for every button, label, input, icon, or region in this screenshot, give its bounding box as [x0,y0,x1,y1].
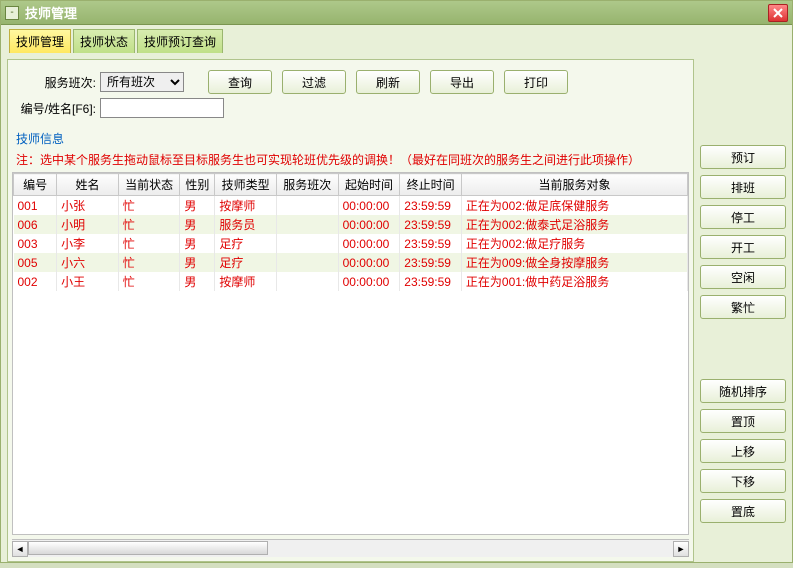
table-cell: 男 [180,215,215,234]
table-cell: 正在为002:做足疗服务 [461,234,687,253]
window-title: 技师管理 [25,3,768,22]
table-row[interactable]: 002小王忙男按摩师 00:00:0023:59:59正在为001:做中药足浴服务 [14,272,688,291]
table-cell [276,234,338,253]
table-cell: 小李 [57,234,119,253]
table-cell [276,253,338,272]
table-cell: 23:59:59 [400,215,462,234]
table-row[interactable]: 006小明忙男服务员 00:00:0023:59:59正在为002:做泰式足浴服务 [14,215,688,234]
table-cell: 003 [14,234,57,253]
col-header[interactable]: 起始时间 [338,174,400,196]
table-cell: 男 [180,272,215,291]
col-header[interactable]: 技师类型 [215,174,277,196]
col-header[interactable]: 当前状态 [118,174,180,196]
move-bottom-button[interactable]: 置底 [700,499,786,523]
export-button[interactable]: 导出 [430,70,494,94]
fieldset-label: 技师信息 [16,130,685,147]
table-cell: 服务员 [215,215,277,234]
table-cell: 23:59:59 [400,234,462,253]
idle-button[interactable]: 空闲 [700,265,786,289]
table-row[interactable]: 005小六忙男足疗 00:00:0023:59:59正在为009:做全身按摩服务 [14,253,688,272]
table-cell: 正在为001:做中药足浴服务 [461,272,687,291]
main-panel: 服务班次: 所有班次 查询 过滤 刷新 导出 打印 编号/姓名[F6]: 技师信… [7,59,694,562]
col-header[interactable]: 性别 [180,174,215,196]
close-button[interactable] [768,4,788,22]
move-up-button[interactable]: 上移 [700,439,786,463]
reserve-button[interactable]: 预订 [700,145,786,169]
table-cell: 忙 [118,234,180,253]
id-name-input[interactable] [100,98,224,118]
close-icon [773,8,783,18]
note-text: 注：选中某个服务生拖动鼠标至目标服务生也可实现轮班优先级的调换！（最好在同班次的… [16,151,685,168]
table-cell: 正在为009:做全身按摩服务 [461,253,687,272]
table-cell: 忙 [118,253,180,272]
table-cell: 00:00:00 [338,215,400,234]
print-button[interactable]: 打印 [504,70,568,94]
table-cell [276,196,338,216]
scroll-track[interactable] [28,541,673,557]
shift-label: 服务班次: [16,74,96,91]
technician-table: 编号姓名当前状态性别技师类型服务班次起始时间终止时间当前服务对象 001小张忙男… [13,173,688,291]
table-cell [276,215,338,234]
table-cell: 足疗 [215,234,277,253]
minimize-icon[interactable]: - [5,6,19,20]
move-top-button[interactable]: 置顶 [700,409,786,433]
table-cell [276,272,338,291]
id-name-label: 编号/姓名[F6]: [16,100,96,117]
table-cell: 男 [180,234,215,253]
table-cell: 忙 [118,196,180,216]
table-cell: 00:00:00 [338,272,400,291]
table-cell: 忙 [118,215,180,234]
table-row[interactable]: 001小张忙男按摩师 00:00:0023:59:59正在为002:做足底保健服务 [14,196,688,216]
table-cell: 小张 [57,196,119,216]
table-cell: 正在为002:做泰式足浴服务 [461,215,687,234]
scroll-right-arrow[interactable]: ► [673,541,689,557]
table-cell: 男 [180,253,215,272]
table-cell: 小六 [57,253,119,272]
stop-work-button[interactable]: 停工 [700,205,786,229]
start-work-button[interactable]: 开工 [700,235,786,259]
table-cell: 足疗 [215,253,277,272]
col-header[interactable]: 服务班次 [276,174,338,196]
table-container[interactable]: 编号姓名当前状态性别技师类型服务班次起始时间终止时间当前服务对象 001小张忙男… [12,172,689,535]
tab-booking-query[interactable]: 技师预订查询 [137,29,223,53]
table-cell: 00:00:00 [338,253,400,272]
table-cell: 男 [180,196,215,216]
shift-select[interactable]: 所有班次 [100,72,184,92]
table-cell: 002 [14,272,57,291]
col-header[interactable]: 终止时间 [400,174,462,196]
horizontal-scrollbar[interactable]: ◄ ► [12,539,689,557]
table-cell: 005 [14,253,57,272]
scroll-left-arrow[interactable]: ◄ [12,541,28,557]
table-row[interactable]: 003小李忙男足疗 00:00:0023:59:59正在为002:做足疗服务 [14,234,688,253]
table-cell: 23:59:59 [400,253,462,272]
tab-technician-status[interactable]: 技师状态 [73,29,135,53]
move-down-button[interactable]: 下移 [700,469,786,493]
table-cell: 按摩师 [215,272,277,291]
titlebar: - 技师管理 [1,1,792,25]
scroll-thumb[interactable] [28,541,268,555]
table-cell: 001 [14,196,57,216]
tabs: 技师管理 技师状态 技师预订查询 [1,25,792,53]
table-cell: 00:00:00 [338,196,400,216]
col-header[interactable]: 当前服务对象 [461,174,687,196]
table-cell: 正在为002:做足底保健服务 [461,196,687,216]
side-panel: 预订 排班 停工 开工 空闲 繁忙 随机排序 置顶 上移 下移 置底 [700,59,786,562]
table-cell: 按摩师 [215,196,277,216]
table-cell: 006 [14,215,57,234]
filter-button[interactable]: 过滤 [282,70,346,94]
busy-button[interactable]: 繁忙 [700,295,786,319]
col-header[interactable]: 姓名 [57,174,119,196]
query-button[interactable]: 查询 [208,70,272,94]
table-cell: 23:59:59 [400,196,462,216]
schedule-button[interactable]: 排班 [700,175,786,199]
tab-technician-manage[interactable]: 技师管理 [9,29,71,53]
table-cell: 23:59:59 [400,272,462,291]
refresh-button[interactable]: 刷新 [356,70,420,94]
table-cell: 00:00:00 [338,234,400,253]
table-cell: 小明 [57,215,119,234]
col-header[interactable]: 编号 [14,174,57,196]
table-cell: 小王 [57,272,119,291]
random-sort-button[interactable]: 随机排序 [700,379,786,403]
table-cell: 忙 [118,272,180,291]
